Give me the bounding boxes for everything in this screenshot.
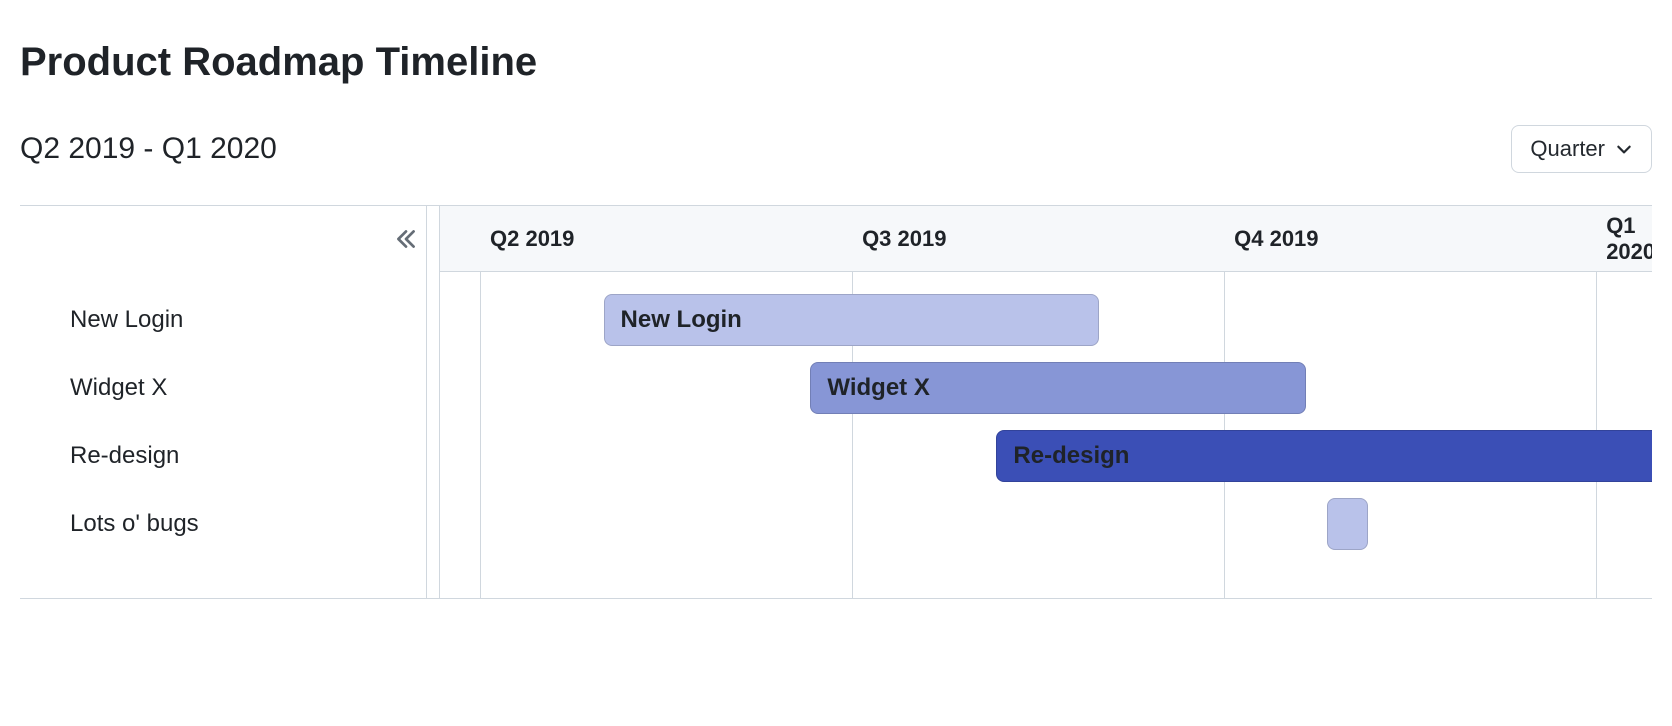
timeline-row: New Login [440,286,1652,354]
quarter-header: Q1 2020 [1596,206,1652,272]
quarter-header: Q2 2019 [480,206,574,272]
roadmap-sidebar: New LoginWidget XRe-designLots o' bugs [20,206,440,598]
sidebar-row[interactable]: Lots o' bugs [20,490,439,558]
timeline-body: New Login Widget X Re-design [440,272,1652,598]
gantt-bar[interactable]: Re-design [996,430,1652,482]
gantt-bar[interactable] [1327,498,1369,550]
collapse-left-icon[interactable] [393,226,419,252]
page-title: Product Roadmap Timeline [20,40,1652,85]
gantt-bar[interactable]: New Login [604,294,1100,346]
quarter-header: Q3 2019 [852,206,946,272]
roadmap-timeline[interactable]: Q2 2019 Q3 2019 Q4 2019 Q1 2020 New Login Wi… [440,206,1652,598]
timeline-row: Re-design [440,422,1652,490]
zoom-level-select[interactable]: Quarter [1511,125,1652,173]
date-range-subtitle: Q2 2019 - Q1 2020 [20,132,277,166]
timeline-row [440,490,1652,558]
timeline-row: Widget X [440,354,1652,422]
timeline-header: Q2 2019 Q3 2019 Q4 2019 Q1 2020 [440,206,1652,272]
sidebar-row[interactable]: New Login [20,286,439,354]
sidebar-row[interactable]: Widget X [20,354,439,422]
roadmap-container: New LoginWidget XRe-designLots o' bugs Q… [20,205,1652,599]
sidebar-row[interactable]: Re-design [20,422,439,490]
chevron-down-icon [1615,140,1633,158]
sidebar-rows: New LoginWidget XRe-designLots o' bugs [20,272,439,598]
zoom-level-label: Quarter [1530,136,1605,162]
quarter-header: Q4 2019 [1224,206,1318,272]
gantt-bar[interactable]: Widget X [810,362,1306,414]
sidebar-header [20,206,439,272]
subheader-row: Q2 2019 - Q1 2020 Quarter [20,125,1652,173]
